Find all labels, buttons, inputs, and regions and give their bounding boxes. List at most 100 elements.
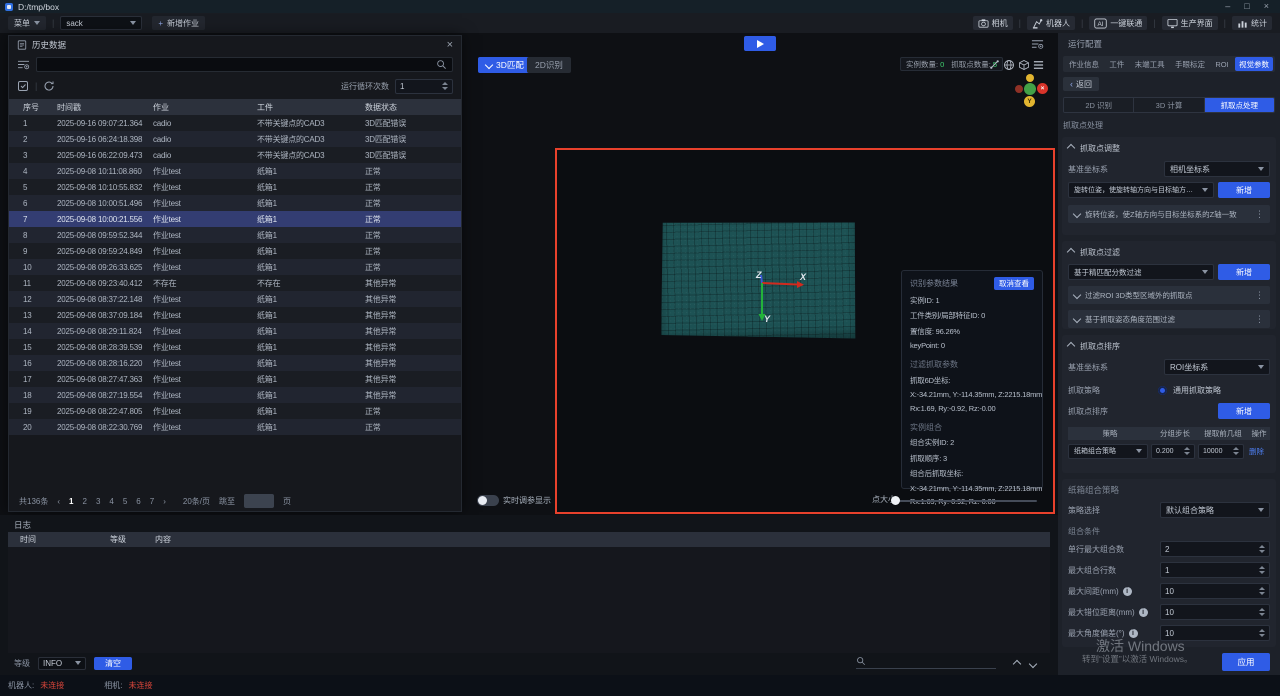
page-number[interactable]: 6 bbox=[136, 497, 140, 506]
group-step-stepper[interactable]: 0.200 bbox=[1151, 444, 1195, 459]
history-row[interactable]: 102025-09-08 09:26:33.625作业test纸箱1正常 bbox=[9, 259, 461, 275]
history-row[interactable]: 122025-09-08 08:37:22.148作业test纸箱1其他异常 bbox=[9, 291, 461, 307]
realtime-toggle[interactable] bbox=[477, 495, 499, 506]
strategy-radio[interactable] bbox=[1158, 386, 1167, 395]
menubar-robot-button[interactable]: 机器人 bbox=[1027, 16, 1075, 30]
gizmo-axis-y[interactable]: Y bbox=[1024, 96, 1035, 107]
apply-button[interactable]: 应用 bbox=[1222, 653, 1270, 671]
base-coord-select[interactable]: 相机坐标系 bbox=[1164, 161, 1270, 177]
add-job-button[interactable]: + 新增作业 bbox=[152, 16, 205, 30]
stage-tab-3D 计算[interactable]: 3D 计算 bbox=[1134, 98, 1204, 112]
filter-item[interactable]: 基于抓取姿态角度范围过滤⋮ bbox=[1068, 310, 1270, 328]
grasp-sort-header[interactable]: 抓取点排序 bbox=[1068, 340, 1270, 352]
filter-type-select[interactable]: 基于精匹配分数过滤 bbox=[1068, 264, 1214, 280]
config-tab-手眼标定[interactable]: 手眼标定 bbox=[1171, 57, 1209, 71]
page-number[interactable]: 2 bbox=[82, 497, 86, 506]
adjust-type-select[interactable]: 旋转位姿，使旋转轴方向与目标轴方向一致 bbox=[1068, 182, 1214, 198]
sort-add-button[interactable]: 新增 bbox=[1218, 403, 1270, 419]
stage-tab-2D 识别[interactable]: 2D 识别 bbox=[1064, 98, 1134, 112]
more-options-icon[interactable]: ⋮ bbox=[1255, 314, 1264, 325]
info-icon[interactable]: i bbox=[1129, 629, 1138, 638]
page-number[interactable]: 7 bbox=[150, 497, 154, 506]
info-icon[interactable]: i bbox=[1139, 608, 1148, 617]
stage-tab-抓取点处理[interactable]: 抓取点处理 bbox=[1205, 98, 1274, 112]
stepper-down-icon[interactable] bbox=[1259, 634, 1265, 637]
adjust-item[interactable]: 旋转位姿，使Z轴方向与目标坐标系的Z轴一致 ⋮ bbox=[1068, 205, 1270, 223]
history-row[interactable]: 182025-09-08 08:27:19.554作业test纸箱1其他异常 bbox=[9, 387, 461, 403]
history-row[interactable]: 162025-09-08 08:28:16.220作业test纸箱1其他异常 bbox=[9, 355, 461, 371]
point-size-knob[interactable] bbox=[891, 496, 900, 505]
stepper-up-icon[interactable] bbox=[1259, 566, 1265, 569]
display-settings-icon[interactable] bbox=[1031, 37, 1044, 50]
history-row[interactable]: 72025-09-08 10:00:21.556作业test纸箱1正常 bbox=[9, 211, 461, 227]
combo-field-stepper[interactable]: 10 bbox=[1160, 583, 1270, 599]
filter-settings-icon[interactable] bbox=[17, 59, 30, 70]
strategy-select[interactable]: 纸箱组合策略 bbox=[1068, 444, 1148, 459]
history-row[interactable]: 202025-09-08 08:22:30.769作业test纸箱1正常 bbox=[9, 419, 461, 435]
stepper-arrows-icon[interactable] bbox=[1259, 587, 1265, 595]
history-row[interactable]: 132025-09-08 08:37:09.184作业test纸箱1其他异常 bbox=[9, 307, 461, 323]
stepper-up-icon[interactable] bbox=[1259, 608, 1265, 611]
chevron-up-icon[interactable] bbox=[1013, 660, 1021, 668]
history-row[interactable]: 52025-09-08 10:10:55.832作业test纸箱1正常 bbox=[9, 179, 461, 195]
run-button[interactable] bbox=[744, 36, 776, 51]
view-menu-icon[interactable] bbox=[1032, 58, 1045, 71]
combo-field-stepper[interactable]: 10 bbox=[1160, 625, 1270, 641]
menubar-stats-button[interactable]: 统计 bbox=[1232, 16, 1272, 30]
filter-add-button[interactable]: 新增 bbox=[1218, 264, 1270, 280]
gizmo-axis-x[interactable]: × bbox=[1037, 83, 1048, 94]
history-row[interactable]: 152025-09-08 08:28:39.539作业test纸箱1其他异常 bbox=[9, 339, 461, 355]
combo-field-stepper[interactable]: 1 bbox=[1160, 562, 1270, 578]
maximize-button[interactable]: □ bbox=[1244, 0, 1249, 13]
orientation-gizmo[interactable]: × Y bbox=[1014, 73, 1050, 109]
stepper-arrows-icon[interactable] bbox=[1184, 447, 1190, 455]
adjust-add-button[interactable]: 新增 bbox=[1218, 182, 1270, 198]
jump-page-input[interactable] bbox=[244, 494, 274, 508]
page-number[interactable]: 1 bbox=[69, 497, 73, 506]
menu-button[interactable]: 菜单 bbox=[8, 16, 46, 30]
history-row[interactable]: 112025-09-08 09:23:40.412不存在不存在其他异常 bbox=[9, 275, 461, 291]
stepper-down-icon[interactable] bbox=[1259, 550, 1265, 553]
gizmo-center[interactable] bbox=[1024, 83, 1036, 95]
stepper-up-icon[interactable] bbox=[1259, 629, 1265, 632]
menubar-ai-link-button[interactable]: AI一键联通 bbox=[1089, 16, 1147, 30]
cancel-view-button[interactable]: 取消查看 bbox=[994, 277, 1034, 290]
sort-base-select[interactable]: ROI坐标系 bbox=[1164, 359, 1270, 375]
stepper-arrows-icon[interactable] bbox=[1259, 629, 1265, 637]
more-options-icon[interactable]: ⋮ bbox=[1255, 209, 1264, 220]
stepper-up-icon[interactable] bbox=[1259, 545, 1265, 548]
log-clear-button[interactable]: 清空 bbox=[94, 657, 132, 670]
gizmo-axis-left[interactable] bbox=[1015, 85, 1023, 93]
more-options-icon[interactable]: ⋮ bbox=[1255, 290, 1264, 301]
history-row[interactable]: 92025-09-08 09:59:24.849作业test纸箱1正常 bbox=[9, 243, 461, 259]
history-search-input[interactable] bbox=[42, 59, 436, 70]
grasp-adjust-header[interactable]: 抓取点调整 bbox=[1068, 142, 1270, 154]
history-row[interactable]: 192025-09-08 08:22:47.805作业test纸箱1正常 bbox=[9, 403, 461, 419]
stepper-arrows-icon[interactable] bbox=[442, 82, 448, 90]
history-row[interactable]: 82025-09-08 09:59:52.344作业test纸箱1正常 bbox=[9, 227, 461, 243]
config-tab-视觉参数[interactable]: 视觉参数 bbox=[1235, 57, 1273, 71]
cube-icon[interactable] bbox=[1017, 58, 1030, 71]
export-check-icon[interactable] bbox=[17, 80, 29, 92]
config-tab-作业信息[interactable]: 作业信息 bbox=[1065, 57, 1103, 71]
point-size-slider[interactable] bbox=[895, 500, 1037, 502]
log-level-select[interactable]: INFO bbox=[38, 657, 86, 670]
combo-field-stepper[interactable]: 10 bbox=[1160, 604, 1270, 620]
stepper-arrows-icon[interactable] bbox=[1259, 608, 1265, 616]
tab-2d-recognition[interactable]: 2D识别 bbox=[527, 57, 571, 73]
close-window-button[interactable]: × bbox=[1264, 0, 1269, 13]
config-tab-工件[interactable]: 工件 bbox=[1105, 57, 1128, 71]
history-row[interactable]: 172025-09-08 08:27:47.363作业test纸箱1其他异常 bbox=[9, 371, 461, 387]
minimize-button[interactable]: – bbox=[1225, 0, 1230, 13]
next-page-icon[interactable]: › bbox=[163, 497, 166, 506]
history-row[interactable]: 42025-09-08 10:11:08.860作业test纸箱1正常 bbox=[9, 163, 461, 179]
stepper-arrows-icon[interactable] bbox=[1233, 447, 1239, 455]
page-number[interactable]: 4 bbox=[109, 497, 113, 506]
stepper-down-icon[interactable] bbox=[1259, 613, 1265, 616]
history-row[interactable]: 32025-09-16 06:22:09.473cadio不带关键点的CAD33… bbox=[9, 147, 461, 163]
menubar-camera-button[interactable]: 相机 bbox=[973, 16, 1013, 30]
stepper-up-icon[interactable] bbox=[1259, 587, 1265, 590]
grasp-filter-header[interactable]: 抓取点过滤 bbox=[1068, 246, 1270, 258]
measure-icon[interactable] bbox=[988, 58, 1001, 71]
viewport-3d[interactable]: Z X Y 识别参数结果 取消查看 实例ID: 1工件类别/局部特征ID: 0置… bbox=[555, 148, 1055, 514]
